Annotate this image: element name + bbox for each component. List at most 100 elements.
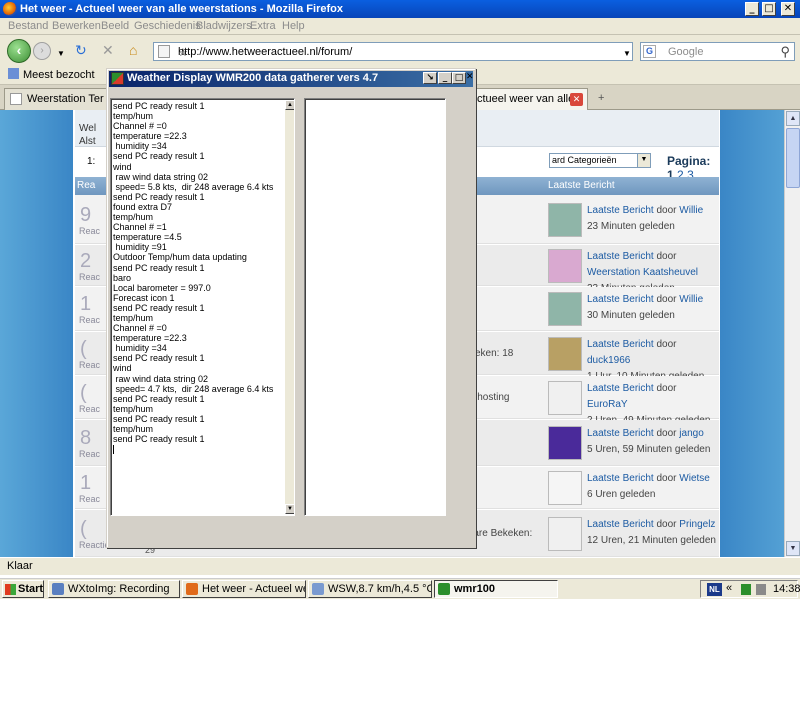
avatar[interactable]: [548, 426, 582, 460]
row-count: 9: [80, 203, 92, 226]
author-link[interactable]: Wietse: [679, 473, 710, 484]
dialog-resize-button[interactable]: ↘: [423, 72, 437, 84]
search-box[interactable]: G Google ⚲: [640, 42, 795, 61]
dialog-close-button[interactable]: ✕: [466, 72, 474, 84]
menu-history[interactable]: Geschiedenis: [134, 20, 201, 32]
last-post-link[interactable]: Laatste Bericht: [587, 519, 654, 530]
search-icon[interactable]: ⚲: [780, 44, 790, 60]
tray-speaker-icon[interactable]: [756, 584, 766, 595]
menu-tools[interactable]: Extra: [250, 20, 276, 32]
taskbar-item-wxtoimg[interactable]: WXtoImg: Recording: [48, 580, 180, 598]
dialog-title-bar[interactable]: Weather Display WMR200 data gatherer ver…: [109, 71, 474, 87]
row-reacties-label: Reac: [79, 271, 101, 282]
tab-favicon: [10, 93, 22, 105]
url-dropdown-icon[interactable]: ▼: [623, 47, 631, 61]
log-line: raw wind data string 02: [113, 171, 209, 182]
last-post-link[interactable]: Laatste Bericht: [587, 473, 654, 484]
log-line: Channel # =0: [113, 121, 167, 132]
taskbar-item-wsw[interactable]: WSW,8.7 km/h,4.5 °C: [308, 580, 432, 598]
system-tray: NL « 14:38: [700, 580, 800, 598]
author-link[interactable]: Weerstation Kaatsheuvel: [587, 267, 698, 278]
tray-weather-icon[interactable]: [741, 584, 751, 595]
log-line: speed= 5.8 kts, dir 248 average 6.4 kts: [113, 181, 274, 192]
address-url: http://www.hetweeractueel.nl/forum/: [178, 46, 353, 58]
log-line: temperature =4.5: [113, 232, 182, 243]
author-link[interactable]: duck1966: [587, 355, 630, 366]
data-log-textarea[interactable]: send PC ready result 1 temp/hum Channel # …: [110, 98, 295, 516]
post-time: 5 Uren, 59 Minuten geleden: [587, 444, 711, 455]
menu-bar: Bestand Bewerken Beeld Geschiedenis Blad…: [0, 18, 800, 35]
author-link[interactable]: Pringelz: [679, 519, 715, 530]
bookmark-most-visited[interactable]: Meest bezocht: [8, 68, 95, 81]
author-link[interactable]: Willie: [679, 205, 703, 216]
page-scrollbar[interactable]: ▲ ▼: [784, 110, 800, 557]
avatar[interactable]: [548, 516, 582, 551]
avatar[interactable]: [548, 202, 582, 237]
minimize-button[interactable]: _: [745, 2, 759, 16]
status-text: Klaar: [7, 560, 33, 572]
author-link[interactable]: jango: [679, 428, 703, 439]
back-button[interactable]: ‹: [7, 39, 31, 63]
menu-file[interactable]: Bestand: [8, 20, 48, 32]
firefox-title-bar[interactable]: Het weer - Actueel weer van alle weersta…: [0, 0, 800, 18]
author-link[interactable]: Willie: [679, 294, 703, 305]
start-button[interactable]: Start: [2, 580, 44, 598]
stop-icon[interactable]: ✕: [102, 43, 114, 57]
bookmark-folder-icon: [8, 68, 19, 79]
language-indicator[interactable]: NL: [707, 583, 722, 596]
log-line: send PC ready result 1: [113, 191, 205, 202]
post-time: 23 Minuten geleden: [587, 220, 675, 232]
taskbar-item-firefox[interactable]: Het weer - Actueel weer ...: [182, 580, 306, 598]
scroll-down-icon[interactable]: ▼: [786, 541, 800, 556]
row-reacties-label: Reac: [79, 449, 101, 459]
log-line: baro: [113, 272, 132, 283]
tray-expand-icon[interactable]: «: [726, 582, 732, 594]
last-post-link[interactable]: Laatste Bericht: [587, 428, 654, 439]
tab-label: Weerstation Ter A: [27, 93, 114, 105]
bookmark-star-icon[interactable]: ☆: [178, 46, 188, 59]
category-select[interactable]: ard Categorieën ▼: [549, 153, 651, 168]
close-button[interactable]: ✕: [781, 2, 795, 16]
status-bar: Klaar: [0, 557, 800, 575]
home-icon[interactable]: ⌂: [129, 43, 137, 57]
dropdown-arrow-icon: ▼: [637, 154, 650, 167]
dialog-minimize-button[interactable]: _: [438, 72, 452, 84]
taskbar-item-wmr100[interactable]: wmr100: [434, 580, 558, 598]
menu-edit[interactable]: Bewerken: [52, 20, 101, 32]
last-post-link[interactable]: Laatste Bericht: [587, 294, 654, 305]
log-scrollbar[interactable]: ▲ ▼: [285, 100, 294, 514]
text-caret: [113, 445, 114, 455]
new-tab-button[interactable]: +: [592, 88, 614, 110]
category-select-value: ard Categorieën: [552, 155, 617, 165]
last-post-link[interactable]: Laatste Bericht: [587, 205, 654, 216]
dialog-maximize-button[interactable]: □: [452, 72, 466, 84]
tab-close-icon[interactable]: ✕: [570, 93, 583, 106]
scroll-up-icon[interactable]: ▲: [285, 100, 294, 110]
column-last-post: Laatste Bericht: [548, 180, 615, 191]
avatar[interactable]: [548, 380, 582, 415]
row-count: (: [80, 517, 87, 540]
scroll-down-icon[interactable]: ▼: [285, 504, 294, 514]
avatar[interactable]: [548, 248, 582, 283]
forward-button[interactable]: ›: [33, 42, 51, 60]
last-post-link[interactable]: Laatste Bericht: [587, 383, 654, 394]
google-icon[interactable]: G: [643, 45, 656, 58]
avatar[interactable]: [548, 292, 582, 326]
last-post-link[interactable]: Laatste Bericht: [587, 339, 654, 350]
history-dropdown-icon[interactable]: ▼: [57, 47, 65, 61]
menu-bookmarks[interactable]: Bladwijzers: [196, 20, 252, 32]
scroll-up-icon[interactable]: ▲: [786, 111, 800, 126]
maximize-button[interactable]: □: [762, 2, 776, 16]
last-post-link[interactable]: Laatste Bericht: [587, 251, 654, 262]
author-link[interactable]: EuroRaY: [587, 399, 628, 410]
avatar[interactable]: [548, 336, 582, 371]
address-bar[interactable]: http://www.hetweeractueel.nl/forum/ ☆: [153, 42, 751, 61]
reload-icon[interactable]: ↻: [75, 43, 87, 57]
log-line: Channel # =0: [113, 323, 167, 334]
avatar[interactable]: [548, 471, 582, 505]
output-panel[interactable]: [304, 98, 446, 516]
menu-view[interactable]: Beeld: [101, 20, 129, 32]
tab-het-weer[interactable]: ctueel weer van alle ✕: [470, 88, 588, 110]
menu-help[interactable]: Help: [282, 20, 305, 32]
scroll-thumb[interactable]: [786, 128, 800, 188]
